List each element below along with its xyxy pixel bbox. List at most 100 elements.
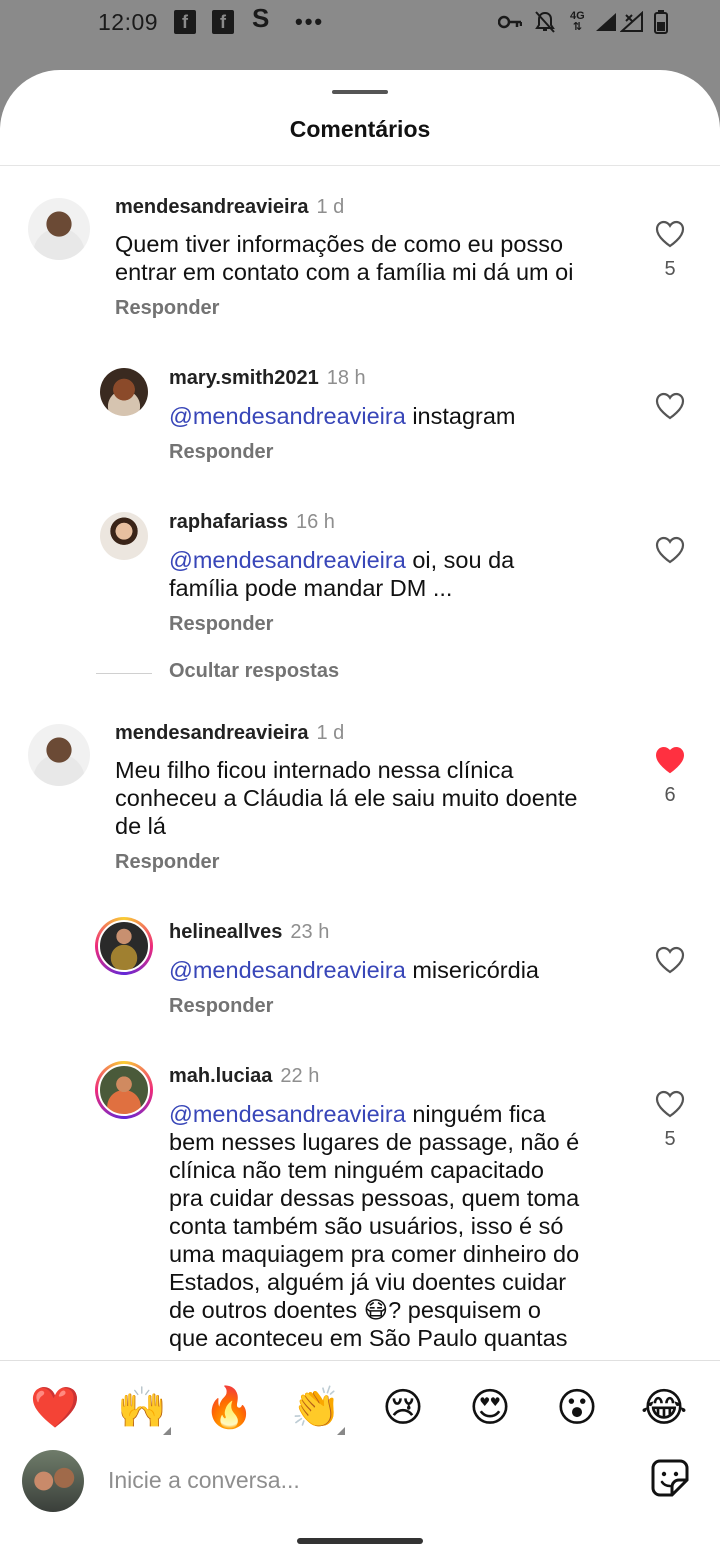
avatar[interactable]: [100, 368, 148, 416]
avatar-story-ring[interactable]: [95, 1061, 153, 1119]
heart-icon[interactable]: [655, 220, 685, 248]
hide-replies-button[interactable]: Ocultar respostas: [169, 660, 339, 683]
reply-button[interactable]: Responder: [115, 297, 219, 320]
battery-icon: [654, 10, 668, 34]
comment-text: @mendesandreavieira misericórdia: [169, 956, 539, 984]
emoji-fire[interactable]: 🔥: [204, 1383, 254, 1433]
sheet-title: Comentários: [289, 116, 431, 142]
emoji-heart-eyes[interactable]: 😍: [465, 1383, 515, 1433]
reply-button[interactable]: Responder: [169, 441, 273, 464]
comment-time: 1 d: [316, 196, 345, 218]
comment-line: de lá: [115, 813, 166, 839]
like-count: 5: [664, 258, 676, 280]
comment-line: @mendesandreavieira instagram: [169, 402, 516, 430]
comment-username[interactable]: helineallves 23 h: [169, 921, 329, 944]
comments-sheet: Comentários mendesandreavieira 1 d Quem t…: [0, 70, 720, 1560]
comment-username[interactable]: mendesandreavieira 1 d: [115, 196, 344, 219]
emoji-crying-face[interactable]: 😢: [378, 1383, 428, 1433]
heart-icon[interactable]: [655, 536, 685, 564]
comment-time: 22 h: [280, 1065, 320, 1087]
mention-link[interactable]: @mendesandreavieira: [169, 1101, 406, 1127]
sticker-icon[interactable]: [650, 1458, 690, 1498]
emoji-surprised-face[interactable]: 😮: [552, 1383, 602, 1433]
username-text[interactable]: mary.smith2021: [169, 367, 319, 389]
avatar[interactable]: [100, 512, 148, 560]
emoji-red-heart[interactable]: ❤️: [30, 1383, 80, 1433]
drag-handle[interactable]: [332, 90, 388, 94]
comment-text: @mendesandreavieira ninguém fica bem nes…: [169, 1100, 579, 1352]
title-divider: [0, 165, 720, 166]
comment-line: Meu filho ficou internado nessa clínica: [115, 757, 514, 783]
username-text[interactable]: mendesandreavieira: [115, 196, 308, 218]
emoji-glyph[interactable]: 👏: [291, 1386, 341, 1430]
comment-time: 18 h: [326, 367, 366, 389]
comment-line-text: instagram: [405, 403, 516, 429]
comment-line: família pode mandar DM ...: [169, 575, 453, 601]
like-button[interactable]: [648, 392, 692, 420]
mention-link[interactable]: @mendesandreavieira: [169, 957, 406, 983]
comment-line: Estados, alguém já viu doentes cuidar: [169, 1269, 567, 1295]
heart-icon[interactable]: [655, 1090, 685, 1118]
like-button[interactable]: 5: [648, 220, 692, 281]
comment-username[interactable]: mendesandreavieira 1 d: [115, 722, 344, 745]
comment-line-text: oi, sou da: [405, 547, 515, 573]
reply-button[interactable]: Responder: [169, 995, 273, 1018]
comment-input[interactable]: [108, 1460, 608, 1500]
username-text[interactable]: raphafariass: [169, 511, 288, 533]
emoji-clapping-hands[interactable]: 👏: [291, 1383, 345, 1435]
hide-replies-divider: [96, 673, 152, 674]
current-user-avatar: [22, 1450, 84, 1512]
heart-icon[interactable]: [655, 946, 685, 974]
facebook-notification-icon: f: [174, 10, 196, 34]
avatar[interactable]: [98, 920, 150, 972]
signal-no-service-icon: [620, 10, 644, 34]
username-text[interactable]: mah.luciaa: [169, 1065, 272, 1087]
username-text[interactable]: mendesandreavieira: [115, 722, 308, 744]
skin-tone-indicator: [337, 1427, 345, 1435]
comment-text: @mendesandreavieira instagram: [169, 402, 516, 430]
like-button[interactable]: [648, 946, 692, 974]
emoji-glyph[interactable]: 🙌: [117, 1386, 167, 1430]
comment-line: bem nesses lugares de passage, não é: [169, 1129, 580, 1155]
comment-text: Meu filho ficou internado nessa clínica …: [115, 756, 577, 840]
emoji-raising-hands[interactable]: 🙌: [117, 1383, 171, 1435]
comment-time: 1 d: [316, 722, 345, 744]
mute-icon: [534, 10, 556, 34]
comment-line: uma maquiagem pra comer dinheiro do: [169, 1241, 580, 1267]
avatar[interactable]: [98, 1064, 150, 1116]
like-button[interactable]: 6: [648, 746, 692, 807]
reply-button[interactable]: Responder: [169, 613, 273, 636]
more-notifications-icon: •••: [295, 9, 325, 34]
data-arrows: ⇅: [572, 21, 582, 33]
like-button[interactable]: [648, 536, 692, 564]
emoji-reaction-bar: ❤️ 🙌 🔥 👏 😢 😍 😮 😂: [0, 1360, 720, 1448]
status-bar: 12:09 f f S ••• 4G ⇅: [0, 0, 720, 44]
signal-icon: [594, 10, 618, 34]
skin-tone-indicator: [163, 1427, 171, 1435]
reply-button[interactable]: Responder: [115, 851, 219, 874]
mention-link[interactable]: @mendesandreavieira: [169, 403, 406, 429]
facebook-notification-icon-2: f: [212, 10, 234, 34]
comment-username[interactable]: mah.luciaa 22 h: [169, 1065, 319, 1088]
comment-username[interactable]: mary.smith2021 18 h: [169, 367, 366, 390]
avatar[interactable]: [28, 724, 90, 786]
comment-line: clínica não tem ninguém capacitado: [169, 1157, 544, 1183]
username-text[interactable]: helineallves: [169, 921, 282, 943]
comment-username[interactable]: raphafariass 16 h: [169, 511, 335, 534]
network-type-icon: 4G ⇅: [570, 10, 585, 34]
gesture-nav-bar[interactable]: [297, 1538, 423, 1544]
comment-line-text: misericórdia: [405, 957, 539, 983]
comment-line: @mendesandreavieira oi, sou da: [169, 546, 514, 574]
heart-icon[interactable]: [655, 392, 685, 420]
comment-line: que aconteceu em São Paulo quantas: [169, 1325, 568, 1351]
heart-filled-icon[interactable]: [655, 746, 685, 774]
avatar[interactable]: [28, 198, 90, 260]
comment-line: entrar em contato com a família mi dá um…: [115, 259, 574, 285]
mention-link[interactable]: @mendesandreavieira: [169, 547, 406, 573]
comment-line: pra cuidar dessas pessoas, quem toma: [169, 1185, 580, 1211]
emoji-tears-of-joy[interactable]: 😂: [639, 1383, 689, 1433]
like-button[interactable]: 5: [648, 1090, 692, 1151]
comment-line: de outros doentes 😷? pesquisem o: [169, 1297, 542, 1323]
comment-line: @mendesandreavieira misericórdia: [169, 956, 539, 984]
avatar-story-ring[interactable]: [95, 917, 153, 975]
